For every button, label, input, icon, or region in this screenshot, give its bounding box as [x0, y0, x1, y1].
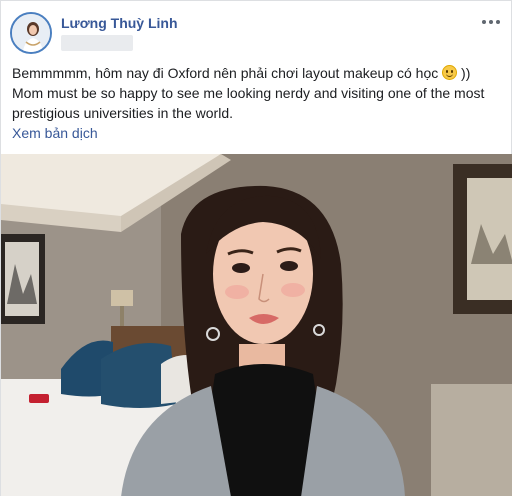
facebook-post: Lương Thuỳ Linh Bemmmmm, hôm nay đi Oxfo…	[0, 0, 512, 496]
post-text: Bemmmmm, hôm nay đi Oxford nên phải chơi…	[12, 63, 504, 123]
author-name[interactable]: Lương Thuỳ Linh	[61, 15, 178, 31]
ellipsis-icon[interactable]	[479, 9, 503, 29]
post-timestamp-blurred	[61, 35, 133, 51]
post-header: Lương Thuỳ Linh	[1, 1, 512, 59]
author-avatar[interactable]	[10, 12, 52, 54]
see-translation-link[interactable]: Xem bản dịch	[12, 125, 98, 141]
post-text-line-1-content: Bemmmmm, hôm nay đi Oxford nên phải chơi…	[12, 65, 439, 81]
post-text-line-3: prestigious universities in the world.	[12, 105, 233, 121]
post-text-line-2: Mom must be so happy to see me looking n…	[12, 85, 485, 101]
post-text-line-1: Bemmmmm, hôm nay đi Oxford nên phải chơi…	[12, 63, 504, 83]
post-photo[interactable]	[1, 154, 512, 496]
smiley-icon	[442, 65, 458, 80]
post-text-line-1-suffix: ))	[461, 65, 471, 81]
